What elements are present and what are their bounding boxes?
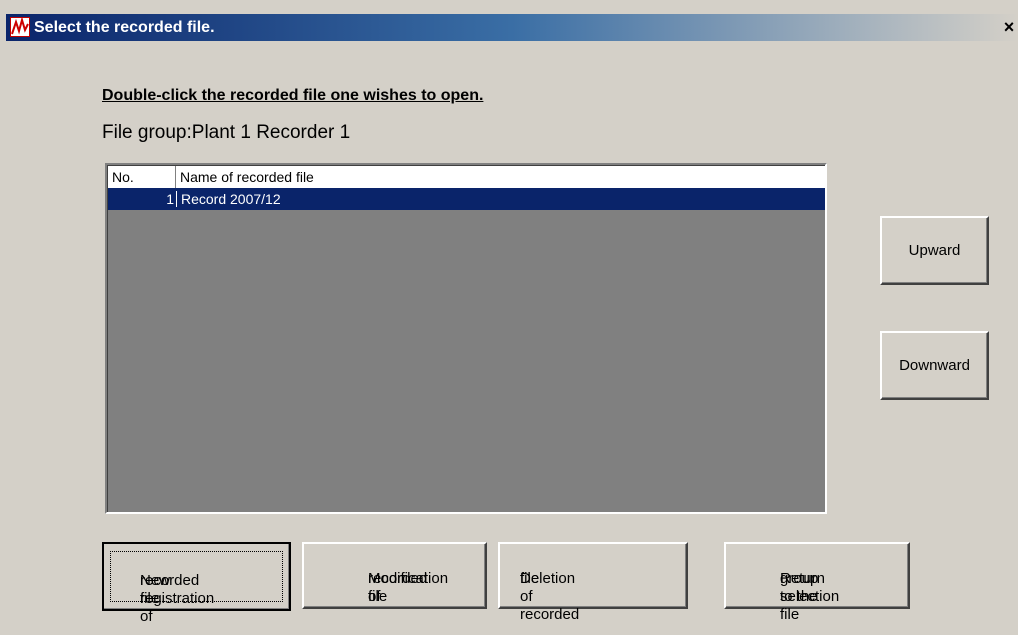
label-line-2: group selection (780, 570, 840, 605)
label-line-2: recorded file (140, 572, 200, 607)
close-icon[interactable]: × (1000, 18, 1018, 36)
downward-button[interactable]: Downward (880, 331, 989, 400)
dialog-window: Select the recorded file. × Double-click… (0, 0, 1018, 635)
recorded-file-list[interactable]: No. Name of recorded file 1 Record 2007/… (105, 163, 827, 514)
window-title: Select the recorded file. (34, 19, 215, 36)
list-frame: No. Name of recorded file 1 Record 2007/… (107, 165, 825, 512)
column-divider (176, 191, 177, 207)
file-group-label: File group:Plant 1 Recorder 1 (102, 122, 351, 143)
upward-button[interactable]: Upward (880, 216, 989, 285)
list-header: No. Name of recorded file (108, 166, 825, 188)
column-header-name[interactable]: Name of recorded file (176, 166, 825, 188)
row-file-name: Record 2007/12 (181, 191, 281, 207)
instruction-text: Double-click the recorded file one wishe… (102, 87, 484, 104)
title-bar[interactable]: Select the recorded file. × (6, 14, 1018, 41)
downward-button-label: Downward (899, 357, 970, 374)
new-registration-button[interactable]: New registration of recorded file (102, 542, 291, 625)
modification-button[interactable]: Modification of recorded file (302, 542, 487, 609)
upward-button-label: Upward (908, 242, 961, 259)
column-header-no[interactable]: No. (108, 166, 176, 188)
list-row[interactable]: 1 Record 2007/12 (108, 188, 825, 210)
row-number: 1 (166, 191, 174, 207)
deletion-button[interactable]: Deletion of recorded file (498, 542, 688, 623)
return-to-group-button[interactable]: Return to the file group selection (724, 542, 910, 623)
label-line-2: file (520, 570, 540, 587)
label-line-2: recorded file (368, 570, 428, 605)
app-chart-icon (10, 17, 30, 37)
